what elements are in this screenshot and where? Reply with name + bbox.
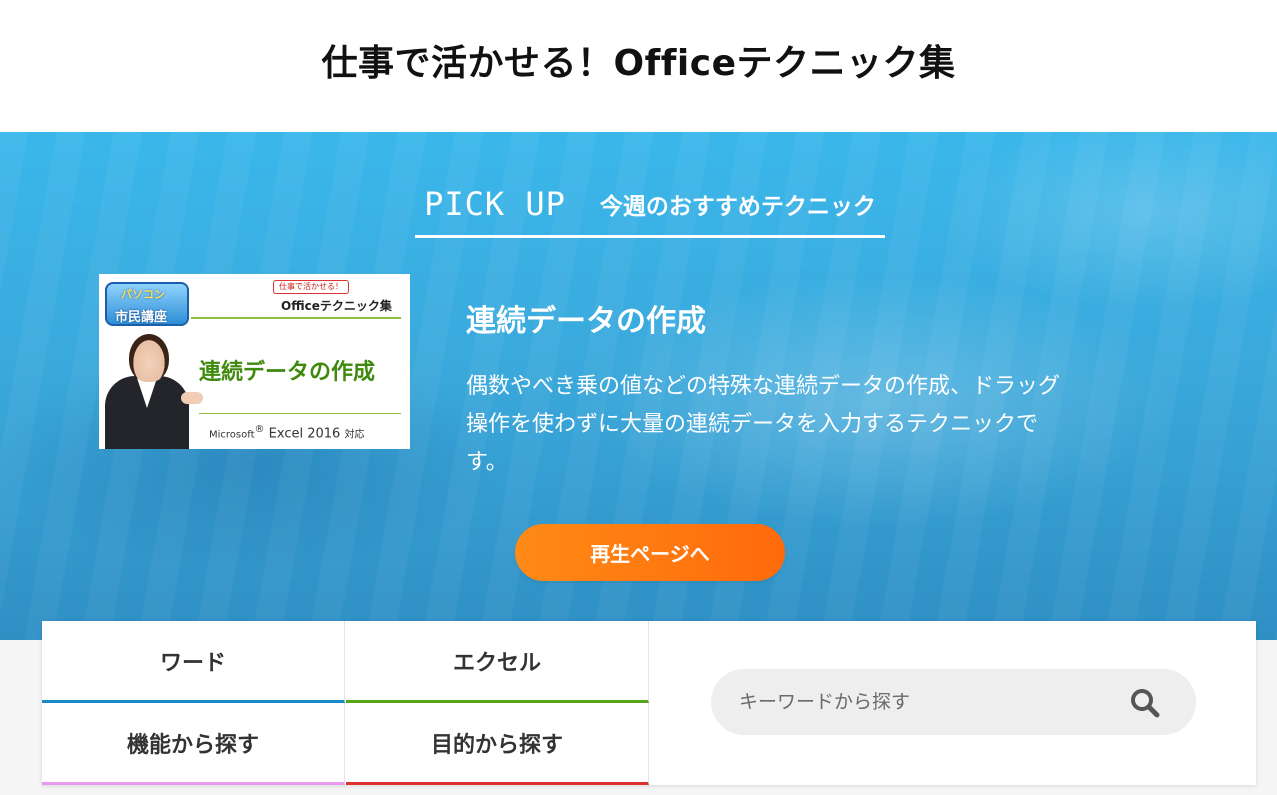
pickup-title[interactable]: 連続データの作成 [466,296,706,340]
brand-logo: パソコン 市民講座 [105,282,189,326]
category-by-purpose[interactable]: 目的から探す [346,703,649,785]
pickup-heading-ja: 今週のおすすめテクニック [599,193,876,220]
pickup-description: 偶数やべき乗の値などの特殊な連続データの作成、ドラッグ操作を使わずに大量の連続デ… [466,374,1061,475]
pickup-section: PICK UP 今週のおすすめテクニック パソコン 市民講座 仕事で活かせる！ … [0,132,1277,640]
search-button[interactable] [1128,686,1162,720]
thumbnail-title: 連続データの作成 [199,360,376,385]
pickup-thumbnail[interactable]: パソコン 市民講座 仕事で活かせる！ Officeテクニック集 連続データの作成… [99,274,410,449]
search-box [711,669,1196,735]
thumbnail-series: Officeテクニック集 [281,299,392,313]
site-title[interactable]: 仕事で活かせる！Officeテクニック集 [321,34,955,86]
thumbnail-footer: Microsoft® Excel 2016 対応 [209,424,365,442]
thumbnail-divider [199,413,401,414]
search-input[interactable] [739,682,1119,722]
thumbnail-tag: 仕事で活かせる！ [273,280,349,294]
pickup-heading-en: PICK UP [424,184,566,223]
thumbnail-divider [191,317,401,319]
category-panel: ワード エクセル 機能から探す 目的から探す [42,621,1256,785]
category-by-function[interactable]: 機能から探す [42,703,345,785]
search-icon [1131,689,1160,718]
play-page-button[interactable]: 再生ページへ [515,524,785,581]
category-excel[interactable]: エクセル [346,621,649,703]
category-word[interactable]: ワード [42,621,345,703]
pickup-heading: PICK UP 今週のおすすめテクニック [415,172,885,238]
site-header: 仕事で活かせる！Officeテクニック集 [0,0,1277,132]
